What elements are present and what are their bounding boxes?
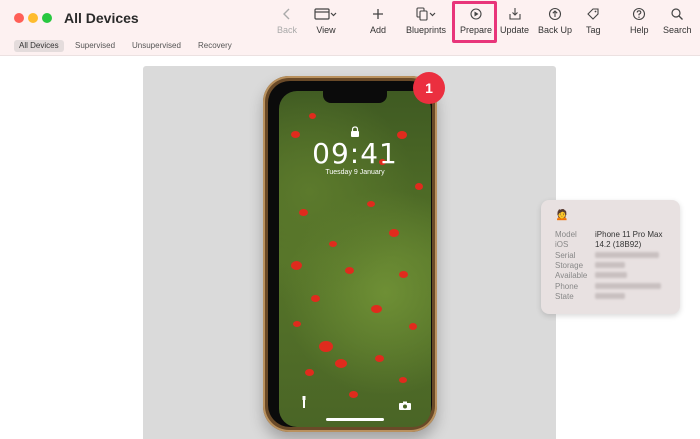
chevron-left-icon (281, 6, 293, 22)
notification-badge: 1 (413, 72, 445, 104)
back-button[interactable]: Back (277, 6, 297, 38)
info-value-available-redacted (595, 272, 627, 278)
lock-screen: 09:41 Tuesday 9 January (279, 91, 431, 427)
device-image: 09:41 Tuesday 9 January (263, 76, 437, 432)
device-notch (323, 91, 387, 103)
info-value-storage-redacted (595, 262, 625, 268)
add-label: Add (370, 25, 387, 35)
update-label: Update (500, 25, 530, 35)
backup-button[interactable]: Back Up (538, 6, 572, 38)
tag-button[interactable]: Tag (586, 6, 601, 38)
zoom-window-button[interactable] (42, 13, 52, 23)
tag-label: Tag (586, 25, 601, 35)
prepare-highlight (452, 1, 497, 43)
tag-icon (586, 6, 600, 22)
back-label: Back (277, 25, 298, 35)
info-label-available: Available (555, 271, 588, 280)
close-window-button[interactable] (14, 13, 24, 23)
update-icon (508, 6, 522, 22)
owner-emoji: 🙍 (555, 208, 569, 221)
view-button[interactable]: View (314, 6, 338, 38)
lock-screen-time: 09:41 (312, 137, 398, 170)
info-value-ios: 14.2 (18B92) (595, 240, 642, 249)
home-indicator (326, 418, 384, 421)
add-button[interactable]: Add (370, 6, 386, 38)
search-icon (670, 6, 684, 22)
plus-icon (371, 6, 385, 22)
backup-icon (548, 6, 562, 22)
filter-supervised[interactable]: Supervised (70, 40, 120, 52)
info-value-phone-redacted (595, 283, 661, 289)
backup-label: Back Up (538, 25, 573, 35)
update-button[interactable]: Update (500, 6, 529, 38)
search-label: Search (663, 25, 692, 35)
lock-screen-date: Tuesday 9 January (325, 169, 385, 176)
filter-unsupervised[interactable]: Unsupervised (127, 40, 186, 52)
window-title: All Devices (64, 10, 139, 26)
help-button[interactable]: Help (630, 6, 649, 38)
info-label-phone: Phone (555, 282, 579, 291)
filter-recovery[interactable]: Recovery (193, 40, 237, 52)
view-label: View (316, 25, 336, 35)
help-label: Help (630, 25, 649, 35)
info-label-storage: Storage (555, 261, 584, 270)
search-button[interactable]: Search (663, 6, 692, 38)
info-value-state-redacted (595, 293, 625, 299)
info-label-serial: Serial (555, 251, 576, 260)
info-label-ios: iOS (555, 240, 569, 249)
window-icon (314, 6, 338, 22)
device-info-popover: 🙍 Model iPhone 11 Pro Max iOS 14.2 (18B9… (541, 200, 680, 314)
info-value-serial-redacted (595, 252, 659, 258)
info-label-model: Model (555, 230, 577, 239)
flashlight-icon (301, 395, 307, 413)
info-value-model: iPhone 11 Pro Max (595, 230, 663, 239)
minimize-window-button[interactable] (28, 13, 38, 23)
help-icon (632, 6, 646, 22)
filter-all-devices[interactable]: All Devices (14, 40, 64, 52)
info-label-state: State (555, 292, 574, 301)
blueprints-button[interactable]: Blueprints (406, 6, 446, 38)
camera-icon (399, 397, 411, 415)
filter-bar: All Devices Supervised Unsupervised Reco… (0, 40, 700, 54)
blueprints-icon (414, 6, 438, 22)
blueprints-label: Blueprints (406, 25, 447, 35)
title-bar: All Devices Back View Add Blueprints Pre… (0, 0, 700, 56)
